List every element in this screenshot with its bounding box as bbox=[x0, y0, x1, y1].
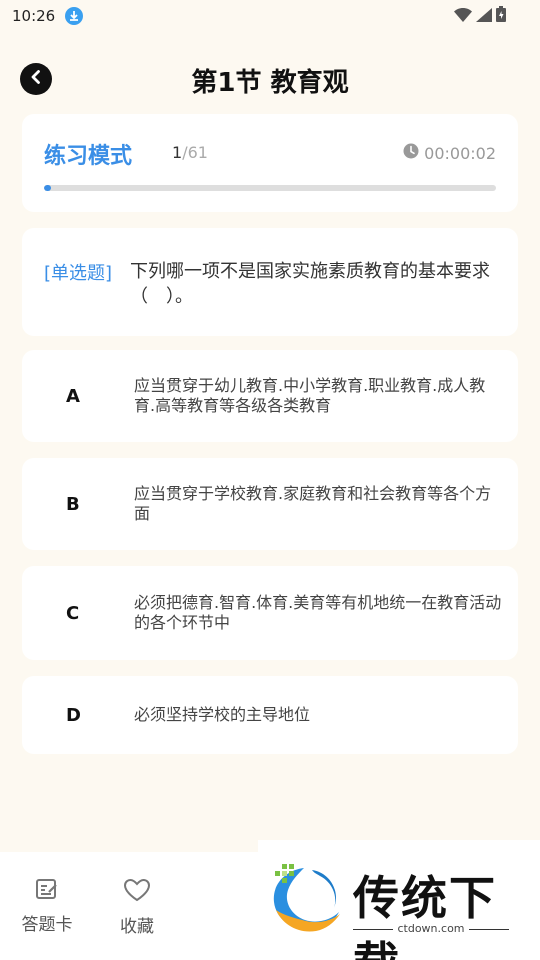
option-letter: A bbox=[66, 385, 80, 407]
option-letter: B bbox=[66, 493, 80, 515]
question-type: [单选题] bbox=[44, 263, 113, 284]
watermark-brand: 传统下载 bbox=[353, 871, 497, 960]
progress-counter: 1/61 bbox=[172, 143, 208, 162]
favorite-label: 收藏 bbox=[120, 917, 154, 937]
wifi-icon bbox=[454, 7, 472, 26]
watermark-emblem-icon bbox=[268, 862, 346, 940]
answer-card-button[interactable]: 答题卡 bbox=[17, 878, 77, 935]
answer-card-label: 答题卡 bbox=[21, 915, 73, 935]
status-time: 10:26 bbox=[12, 7, 56, 25]
timer-value: 00:00:02 bbox=[424, 143, 496, 163]
option-b[interactable]: B 应当贯穿于学校教育.家庭教育和社会教育等各个方面 bbox=[22, 458, 518, 550]
option-text: 应当贯穿于学校教育.家庭教育和社会教育等各个方面 bbox=[134, 484, 492, 523]
progress-total: /61 bbox=[182, 143, 208, 162]
option-a[interactable]: A 应当贯穿于幼儿教育.中小学教育.职业教育.成人教育.高等教育等各级各类教育 bbox=[22, 350, 518, 442]
answer-card-icon bbox=[17, 878, 77, 904]
question-text: 下列哪一项不是国家实施素质教育的基本要求（ ）。 bbox=[130, 261, 490, 307]
header: 第1节 教育观 bbox=[0, 56, 540, 102]
clock-icon bbox=[403, 143, 419, 163]
option-c[interactable]: C 必须把德育.智育.体育.美育等有机地统一在教育活动的各个环节中 bbox=[22, 566, 518, 660]
option-d[interactable]: D 必须坚持学校的主导地位 bbox=[22, 676, 518, 754]
watermark-logo: 传统下载 ctdown.com bbox=[258, 840, 540, 960]
progress-fill bbox=[44, 185, 52, 191]
progress-bar bbox=[44, 185, 496, 191]
progress-current: 1 bbox=[172, 143, 183, 162]
favorite-button[interactable]: 收藏 bbox=[107, 878, 167, 937]
heart-icon bbox=[107, 878, 167, 906]
option-text: 必须坚持学校的主导地位 bbox=[134, 705, 311, 724]
option-text: 必须把德育.智育.体育.美育等有机地统一在教育活动的各个环节中 bbox=[134, 593, 502, 632]
question-card: [单选题] 下列哪一项不是国家实施素质教育的基本要求（ ）。 bbox=[22, 228, 518, 336]
option-text: 应当贯穿于幼儿教育.中小学教育.职业教育.成人教育.高等教育等各级各类教育 bbox=[134, 376, 486, 415]
mode-card: 练习模式 1/61 00:00:02 bbox=[22, 114, 518, 212]
page-title: 第1节 教育观 bbox=[191, 68, 349, 98]
option-letter: C bbox=[66, 602, 80, 624]
timer: 00:00:02 bbox=[403, 143, 496, 163]
mode-label: 练习模式 bbox=[44, 144, 133, 169]
status-bar: 10:26 bbox=[0, 0, 540, 32]
battery-icon bbox=[496, 6, 506, 26]
signal-icon bbox=[476, 7, 492, 26]
option-letter: D bbox=[66, 704, 81, 726]
download-icon bbox=[65, 7, 84, 25]
watermark-rule bbox=[469, 929, 509, 930]
